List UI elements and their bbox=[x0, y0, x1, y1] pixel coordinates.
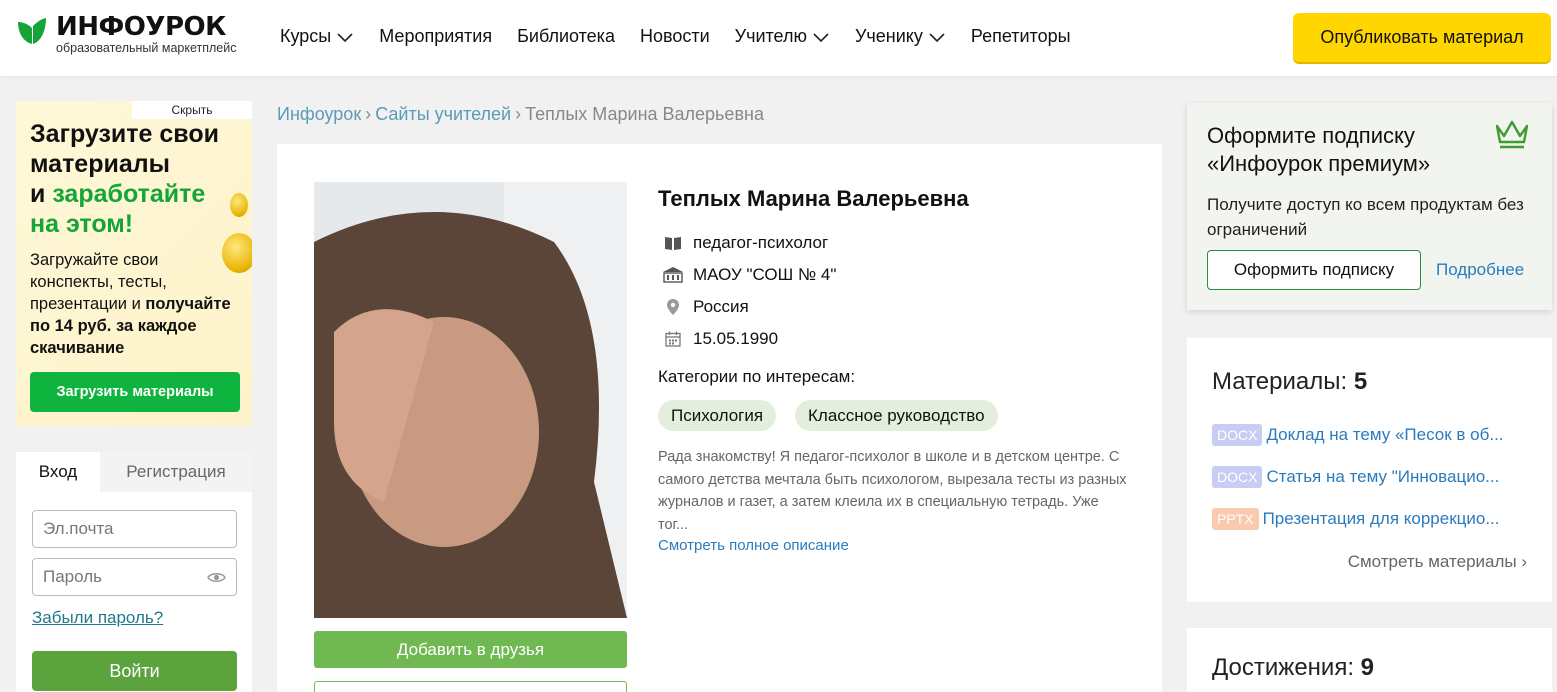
email-field[interactable]: Эл.почта bbox=[32, 510, 237, 548]
chevron-down-icon bbox=[813, 32, 829, 42]
chevron-down-icon bbox=[929, 32, 945, 42]
book-icon bbox=[662, 233, 684, 253]
subscribe-button[interactable]: Оформить подписку bbox=[1207, 250, 1421, 290]
nav-student[interactable]: Ученику bbox=[855, 26, 946, 47]
profile-position: педагог-психолог bbox=[662, 233, 828, 253]
material-link[interactable]: Доклад на тему «Песок в об... bbox=[1266, 425, 1503, 445]
country-text: Россия bbox=[693, 297, 749, 316]
logo-subtitle: образовательный маркетплейс bbox=[56, 41, 237, 55]
categories-label: Категории по интересам: bbox=[658, 367, 856, 386]
show-full-description-link[interactable]: Смотреть полное описание bbox=[658, 537, 849, 554]
secondary-action-button[interactable] bbox=[314, 681, 627, 692]
nav-courses[interactable]: Курсы bbox=[280, 26, 354, 47]
profile-card: Добавить в друзья Теплых Марина Валерьев… bbox=[277, 144, 1162, 692]
nav-label: Ученику bbox=[854, 26, 923, 46]
promo-title-green: заработайте bbox=[52, 180, 206, 208]
achievements-box: Достижения: 9 bbox=[1187, 628, 1552, 692]
hide-banner-button[interactable]: Скрыть bbox=[132, 101, 252, 119]
category-chip[interactable]: Классное руководство bbox=[795, 400, 998, 431]
list-item[interactable]: DOCX Доклад на тему «Песок в об... bbox=[1212, 424, 1542, 446]
breadcrumb-home[interactable]: Инфоурок bbox=[277, 104, 361, 124]
nav-label: Репетиторы bbox=[970, 26, 1071, 46]
login-submit-button[interactable]: Войти bbox=[32, 651, 237, 691]
tab-register[interactable]: Регистрация bbox=[100, 452, 252, 492]
achievements-title: Достижения: 9 bbox=[1212, 654, 1374, 682]
photo-placeholder bbox=[314, 182, 627, 618]
logo-leaf-icon bbox=[18, 18, 46, 44]
material-link[interactable]: Презентация для коррекцио... bbox=[1263, 509, 1500, 529]
category-chip[interactable]: Психология bbox=[658, 400, 777, 431]
email-placeholder: Эл.почта bbox=[43, 519, 114, 538]
nav-teacher[interactable]: Учителю bbox=[735, 26, 830, 47]
promo-text: Загружайте свои конспекты, тесты, презен… bbox=[30, 249, 245, 359]
file-type-badge: DOCX bbox=[1212, 466, 1263, 488]
school-building-icon bbox=[662, 265, 684, 285]
upload-materials-button[interactable]: Загрузить материалы bbox=[30, 372, 240, 412]
password-placeholder: Пароль bbox=[43, 567, 102, 586]
achievements-label: Достижения: bbox=[1212, 654, 1361, 681]
breadcrumb-separator: › bbox=[365, 104, 372, 124]
promo-title-line: материалы bbox=[30, 150, 170, 178]
materials-box: Материалы: 5 DOCX Доклад на тему «Песок … bbox=[1187, 338, 1552, 602]
nav-news[interactable]: Новости bbox=[640, 26, 710, 47]
nav-tutors[interactable]: Репетиторы bbox=[971, 26, 1071, 47]
breadcrumb: Инфоурок › Сайты учителей › Теплых Марина Ва… bbox=[277, 104, 764, 125]
location-pin-icon bbox=[662, 297, 684, 317]
breadcrumb-separator: › bbox=[515, 104, 522, 124]
promo-title-green: на этом! bbox=[30, 210, 134, 238]
publish-material-button[interactable]: Опубликовать материал bbox=[1293, 13, 1551, 62]
premium-subscription-box: Оформите подписку «Инфоурок премиум» Пол… bbox=[1187, 103, 1552, 310]
nav-label: Курсы bbox=[280, 26, 332, 46]
tab-login[interactable]: Вход bbox=[16, 452, 100, 492]
material-link[interactable]: Статья на тему "Инновацио... bbox=[1266, 467, 1499, 487]
promo-title-and: и bbox=[30, 180, 53, 208]
logo-name: ИНФОУРОК bbox=[56, 12, 226, 42]
breadcrumb-current: Теплых Марина Валерьевна bbox=[525, 104, 764, 124]
login-panel: Вход Регистрация Эл.почта Пароль Забыли … bbox=[16, 452, 252, 692]
password-field[interactable]: Пароль bbox=[32, 558, 237, 596]
calendar-icon bbox=[662, 329, 684, 349]
profile-school: МАОУ "СОШ № 4" bbox=[662, 265, 836, 285]
birthdate-text: 15.05.1990 bbox=[693, 329, 779, 348]
premium-text: Получите доступ ко всем продуктам без ог… bbox=[1207, 195, 1524, 239]
list-item[interactable]: DOCX Статья на тему "Инновацио... bbox=[1212, 466, 1542, 488]
materials-title: Материалы: 5 bbox=[1212, 368, 1367, 396]
materials-label: Материалы: bbox=[1212, 368, 1354, 395]
promo-title-line: Загрузите свои bbox=[30, 120, 219, 148]
nav-label: Мероприятия bbox=[379, 26, 493, 46]
nav-label: Учителю bbox=[734, 26, 807, 46]
file-type-badge: PPTX bbox=[1212, 508, 1259, 530]
nav-library[interactable]: Библиотека bbox=[517, 26, 615, 47]
eye-icon[interactable] bbox=[207, 571, 226, 584]
breadcrumb-sites[interactable]: Сайты учителей bbox=[375, 104, 511, 124]
chevron-down-icon bbox=[337, 32, 353, 42]
nav-label: Новости bbox=[639, 26, 710, 46]
nav-events[interactable]: Мероприятия bbox=[379, 26, 492, 47]
forgot-password-link[interactable]: Забыли пароль? bbox=[32, 608, 163, 628]
add-friend-button[interactable]: Добавить в друзья bbox=[314, 631, 627, 668]
coin-icon bbox=[230, 193, 248, 217]
position-text: педагог-психолог bbox=[693, 233, 829, 252]
nav-label: Библиотека bbox=[517, 26, 615, 46]
profile-name: Теплых Марина Валерьевна bbox=[658, 186, 969, 211]
list-item[interactable]: PPTX Презентация для коррекцио... bbox=[1212, 508, 1542, 530]
profile-about: Рада знакомству! Я педагог-психолог в шк… bbox=[658, 449, 1127, 533]
achievements-count: 9 bbox=[1360, 654, 1375, 681]
premium-more-link[interactable]: Подробнее bbox=[1436, 260, 1524, 280]
crown-icon bbox=[1495, 120, 1529, 149]
logo[interactable]: ИНФОУРОК образовательный маркетплейс bbox=[16, 14, 236, 55]
profile-birthdate: 15.05.1990 bbox=[662, 329, 778, 349]
main-nav: Курсы Мероприятия Библиотека Новости Учи… bbox=[280, 26, 1096, 47]
premium-title: Оформите подписку «Инфоурок премиум» bbox=[1207, 123, 1431, 176]
top-header: ИНФОУРОК образовательный маркетплейс Кур… bbox=[0, 0, 1557, 76]
materials-count: 5 bbox=[1353, 368, 1368, 395]
school-text: МАОУ "СОШ № 4" bbox=[693, 265, 837, 284]
upload-promo-banner: Скрыть Загрузите свои материалы и зарабо… bbox=[16, 101, 252, 426]
view-materials-link[interactable]: Смотреть материалы › bbox=[1348, 552, 1527, 572]
file-type-badge: DOCX bbox=[1212, 424, 1263, 446]
profile-photo bbox=[314, 182, 627, 618]
login-tabs: Вход Регистрация bbox=[16, 452, 252, 492]
promo-title: Загрузите свои материалы и заработайте н… bbox=[30, 119, 240, 239]
profile-country: Россия bbox=[662, 297, 749, 317]
